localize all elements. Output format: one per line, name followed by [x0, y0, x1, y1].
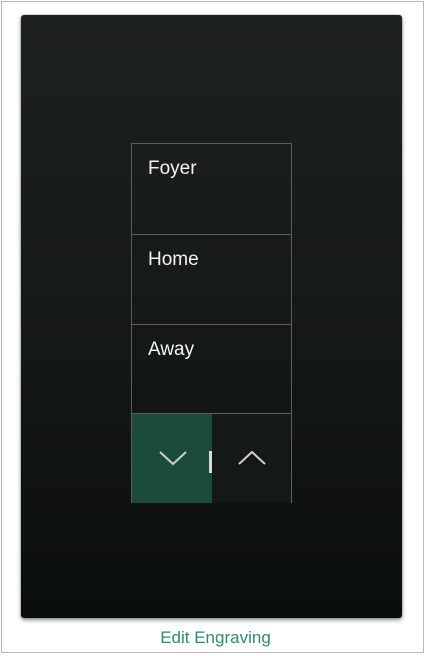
keypad-device: Foyer Home Away	[21, 15, 402, 618]
keypad-button-label: Away	[148, 339, 195, 360]
edit-engraving-link[interactable]: Edit Engraving	[2, 628, 427, 648]
lower-button[interactable]	[132, 414, 212, 503]
chevron-down-icon	[158, 447, 188, 469]
keypad-button-home[interactable]: Home	[132, 234, 291, 324]
keypad-preview-frame: Foyer Home Away Edit Engraving	[1, 1, 424, 653]
keypad-button-label: Foyer	[148, 158, 197, 179]
keypad-button-column: Foyer Home Away	[131, 143, 292, 503]
keypad-button-foyer[interactable]: Foyer	[132, 144, 291, 234]
chevron-up-icon	[237, 447, 267, 469]
keypad-button-label: Home	[148, 249, 199, 270]
raise-button[interactable]	[212, 414, 291, 503]
keypad-button-away[interactable]: Away	[132, 324, 291, 414]
raise-lower-control	[132, 413, 291, 503]
